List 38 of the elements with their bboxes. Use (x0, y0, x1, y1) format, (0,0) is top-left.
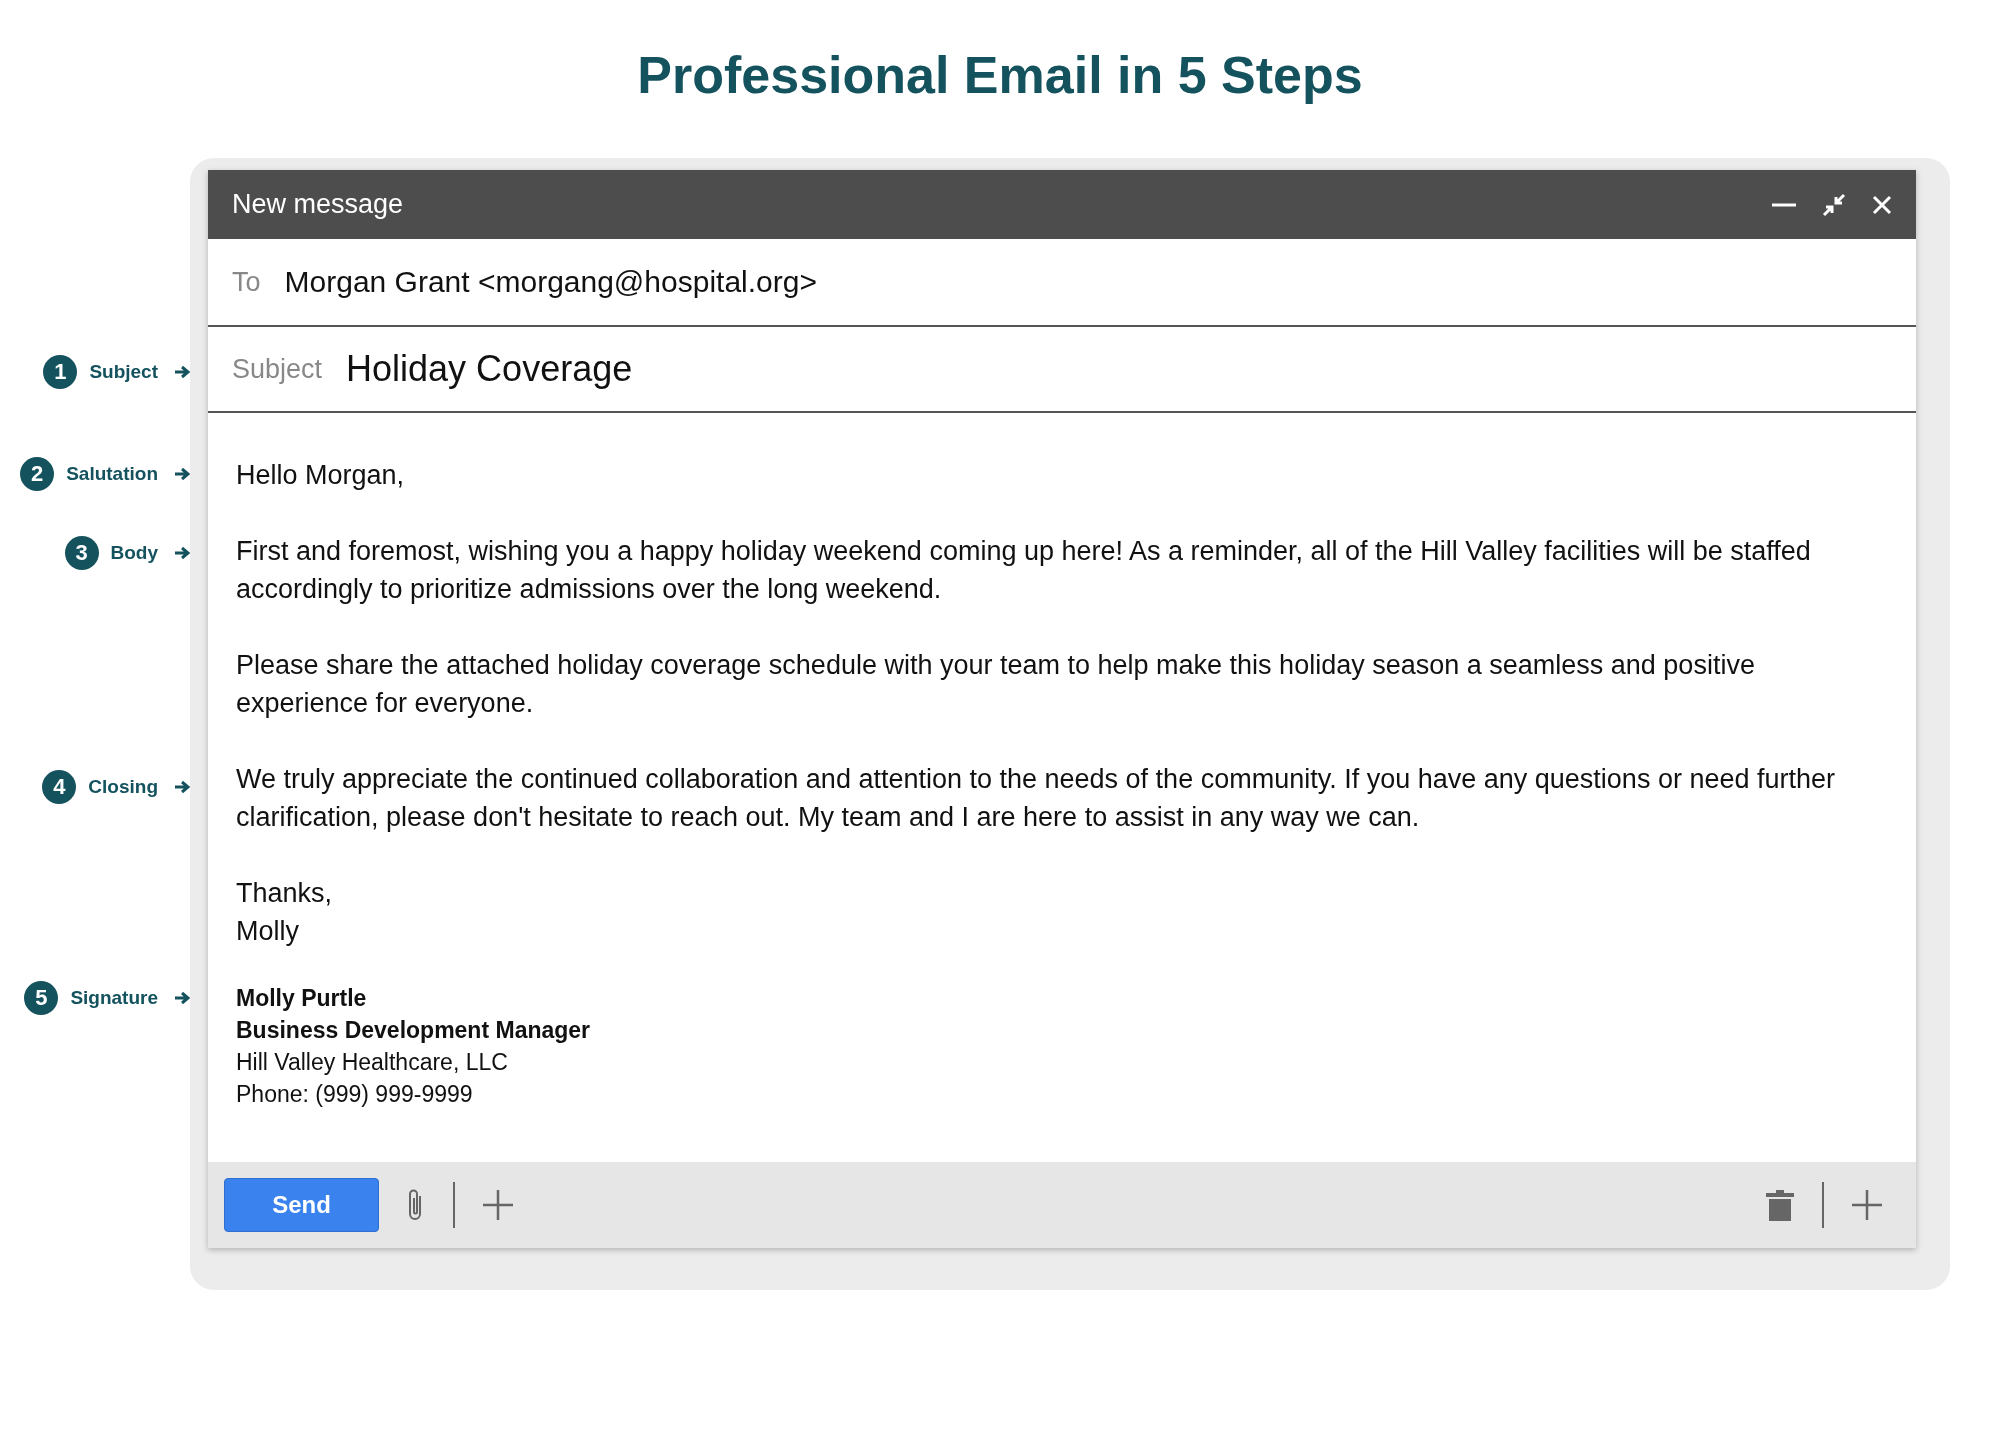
step-badge: 1 (43, 355, 78, 389)
arrow-icon (174, 467, 190, 481)
window-title: New message (232, 189, 405, 220)
step-label: Closing (88, 776, 158, 798)
arrow-icon (174, 365, 190, 379)
arrow-icon (174, 780, 190, 794)
arrow-icon (174, 991, 190, 1005)
minimize-icon[interactable] (1772, 201, 1796, 208)
close-icon[interactable] (1872, 194, 1892, 215)
step-badge: 3 (64, 536, 99, 570)
plus-icon[interactable] (483, 1190, 513, 1220)
step-label: Salutation (66, 463, 158, 485)
closing-line: Thanks, (236, 877, 334, 910)
recipient-field[interactable]: Morgan Grant <morgang@hospital.org> (284, 265, 817, 299)
collapse-icon[interactable] (1822, 192, 1846, 217)
signature-line: Business Development Manager (236, 1016, 592, 1045)
step-label: Subject (89, 361, 158, 383)
trash-icon[interactable] (1766, 1189, 1794, 1221)
body-paragraph: First and foremost, wishing you a happy holiday weekend coming up here! As a reminder, all of the Hill Valley facilities will be staffed accordingly to prioritize admissions over the long weekend. (236, 535, 1812, 606)
plus-icon[interactable] (1852, 1190, 1882, 1220)
to-label: To (232, 266, 261, 298)
signature-line: Molly Purtle (236, 984, 368, 1013)
body-paragraph: Please share the attached holiday coverage schedule with your team to help make this holiday season a seamless and positive experience for everyone. (236, 649, 1756, 720)
subject-field[interactable]: Holiday Coverage (346, 348, 633, 390)
page-title: Professional Email in 5 Steps (636, 45, 1364, 106)
step-badge: 4 (42, 770, 77, 804)
step-badge: 2 (20, 457, 55, 491)
send-button[interactable]: Send (224, 1178, 379, 1232)
greeting-text: Hello Morgan, (236, 459, 406, 492)
subject-label: Subject (232, 353, 323, 385)
body-paragraph: We truly appreciate the continued collaboration and attention to the needs of the community. If you have any questions or need further clarification, please don't hesitate to reach out. My team and I are here to assist in any way we can. (236, 763, 1836, 834)
step-label: Body (110, 542, 158, 564)
signature-line: Hill Valley Healthcare, LLC (236, 1048, 509, 1077)
arrow-icon (174, 546, 190, 560)
step-label: Signature (70, 987, 158, 1009)
signature-line: Phone: (999) 999-9999 (236, 1080, 474, 1109)
step-badge: 5 (24, 981, 59, 1015)
closing-line: Molly (236, 915, 300, 948)
